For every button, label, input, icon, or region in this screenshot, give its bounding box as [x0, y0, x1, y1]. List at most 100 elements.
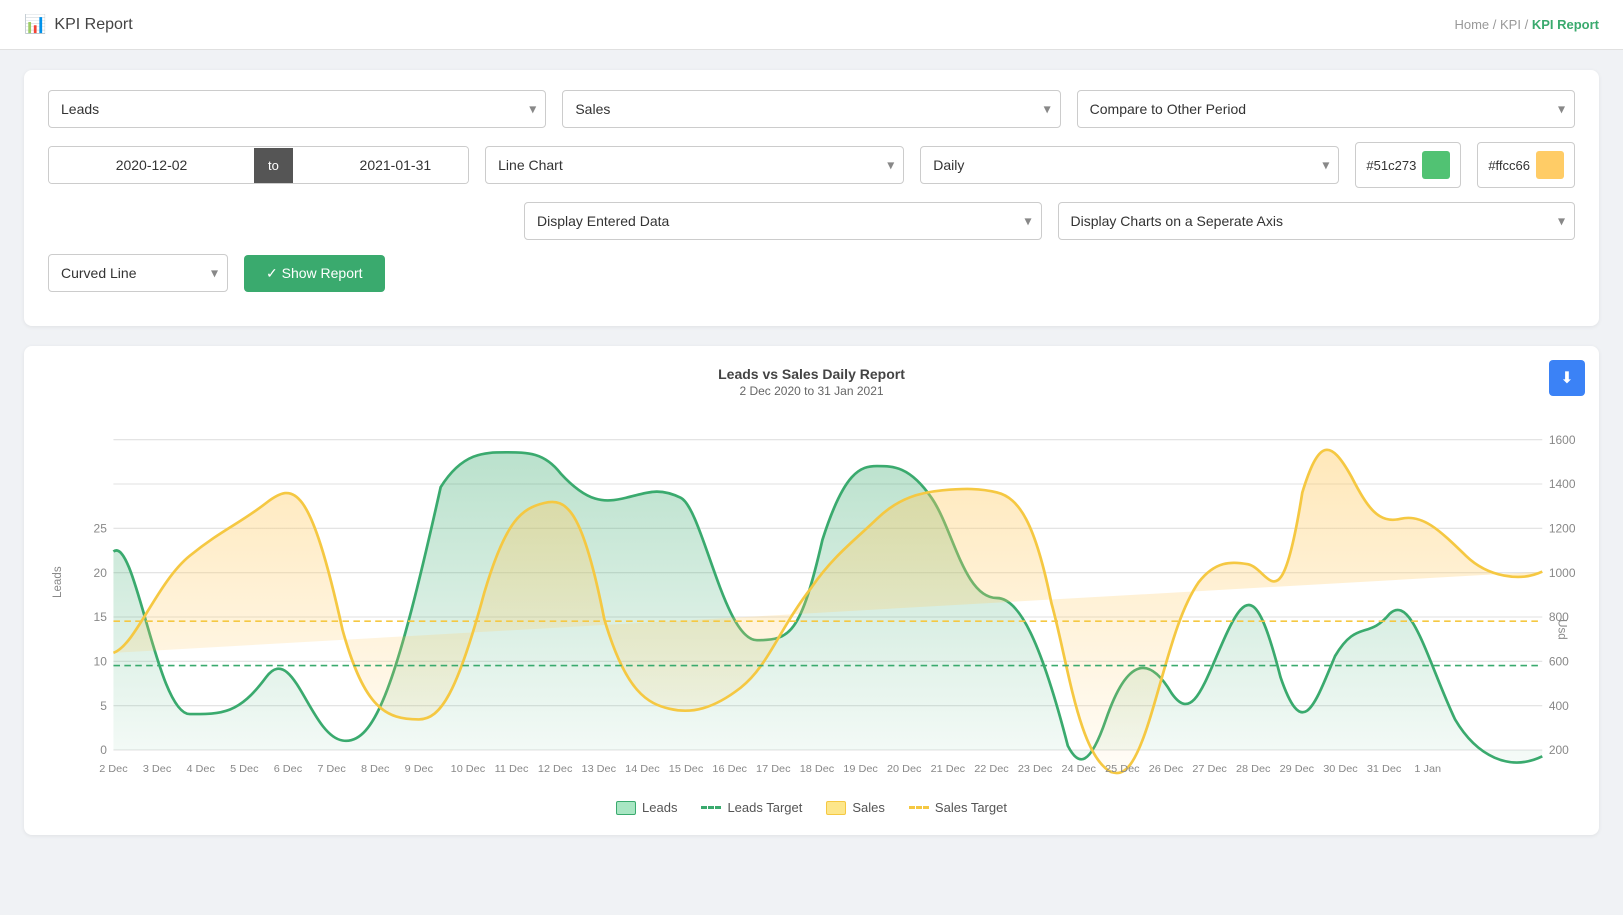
color1-wrap[interactable]: #51c273 [1355, 142, 1461, 188]
svg-text:13 Dec: 13 Dec [582, 763, 617, 775]
date-sep: to [254, 148, 293, 183]
breadcrumb-home[interactable]: Home [1454, 17, 1489, 32]
chart-type-wrap: Line Chart Bar Chart Area Chart [485, 146, 904, 184]
date-from-input[interactable] [49, 147, 254, 183]
svg-text:15: 15 [94, 610, 108, 624]
metric1-wrap: Leads Contacts Opportunities [48, 90, 546, 128]
svg-text:14 Dec: 14 Dec [625, 763, 660, 775]
chart-axis-wrap: Display Charts on a Seperate Axis Displa… [1058, 202, 1576, 240]
svg-text:31 Dec: 31 Dec [1367, 763, 1402, 775]
date-range: to [48, 146, 469, 184]
svg-text:29 Dec: 29 Dec [1280, 763, 1315, 775]
svg-text:5 Dec: 5 Dec [230, 763, 259, 775]
display-data-select[interactable]: Display Entered Data Display All Data [524, 202, 1042, 240]
color2-wrap[interactable]: #ffcc66 [1477, 142, 1575, 188]
compare-select[interactable]: Compare to Other Period None [1077, 90, 1575, 128]
breadcrumb: Home / KPI / KPI Report [1454, 17, 1599, 32]
chart-axis-select[interactable]: Display Charts on a Seperate Axis Displa… [1058, 202, 1576, 240]
color2-swatch [1536, 151, 1564, 179]
svg-text:3 Dec: 3 Dec [143, 763, 172, 775]
breadcrumb-kpi[interactable]: KPI [1500, 17, 1521, 32]
legend-leads-target-label: Leads Target [727, 800, 802, 815]
metric2-wrap: Sales Revenue Deals [562, 90, 1060, 128]
filter-row-4: Curved Line Straight Line ✓ Show Report [48, 254, 1575, 292]
legend-sales-target-swatch [909, 806, 929, 809]
svg-text:1200: 1200 [1549, 522, 1575, 536]
chart-legend: Leads Leads Target Sales Sales Target [48, 800, 1575, 815]
svg-text:27 Dec: 27 Dec [1192, 763, 1227, 775]
svg-text:26 Dec: 26 Dec [1149, 763, 1184, 775]
svg-text:1000: 1000 [1549, 566, 1575, 580]
filter-card: Leads Contacts Opportunities Sales Reven… [24, 70, 1599, 326]
svg-text:19 Dec: 19 Dec [843, 763, 878, 775]
svg-text:17 Dec: 17 Dec [756, 763, 791, 775]
svg-text:200: 200 [1549, 743, 1569, 757]
svg-text:16 Dec: 16 Dec [712, 763, 747, 775]
legend-sales-label: Sales [852, 800, 885, 815]
filter-row-2: to Line Chart Bar Chart Area Chart Daily… [48, 142, 1575, 188]
svg-text:20: 20 [94, 566, 108, 580]
color2-text: #ffcc66 [1488, 158, 1530, 173]
legend-sales: Sales [826, 800, 885, 815]
svg-text:10 Dec: 10 Dec [451, 763, 486, 775]
svg-text:25 Dec: 25 Dec [1105, 763, 1140, 775]
chart-card: ⬇ Leads vs Sales Daily Report 2 Dec 2020… [24, 346, 1599, 835]
svg-text:7 Dec: 7 Dec [317, 763, 346, 775]
svg-text:9 Dec: 9 Dec [405, 763, 434, 775]
chart-subtitle: 2 Dec 2020 to 31 Jan 2021 [48, 384, 1575, 398]
svg-text:600: 600 [1549, 655, 1569, 669]
svg-text:Leads: Leads [50, 566, 64, 598]
svg-text:28 Dec: 28 Dec [1236, 763, 1271, 775]
filter-row-3: Display Entered Data Display All Data Di… [48, 202, 1575, 240]
svg-text:2 Dec: 2 Dec [99, 763, 128, 775]
chart-title: Leads vs Sales Daily Report [48, 366, 1575, 382]
svg-text:4 Dec: 4 Dec [186, 763, 215, 775]
svg-text:400: 400 [1549, 699, 1569, 713]
svg-text:5: 5 [100, 699, 107, 713]
filter-row-1: Leads Contacts Opportunities Sales Reven… [48, 90, 1575, 128]
color1-swatch [1422, 151, 1450, 179]
line-style-wrap: Curved Line Straight Line [48, 254, 228, 292]
metric1-select[interactable]: Leads Contacts Opportunities [48, 90, 546, 128]
svg-text:Usd: Usd [1556, 619, 1570, 640]
legend-sales-target: Sales Target [909, 800, 1007, 815]
svg-text:18 Dec: 18 Dec [800, 763, 835, 775]
svg-text:1400: 1400 [1549, 477, 1575, 491]
svg-text:0: 0 [100, 743, 107, 757]
svg-text:6 Dec: 6 Dec [274, 763, 303, 775]
legend-sales-target-label: Sales Target [935, 800, 1007, 815]
svg-text:20 Dec: 20 Dec [887, 763, 922, 775]
svg-text:11 Dec: 11 Dec [495, 763, 529, 775]
svg-text:15 Dec: 15 Dec [669, 763, 704, 775]
chart-area: 0 5 10 15 20 25 Leads 200 400 600 800 10… [48, 408, 1575, 788]
svg-text:30 Dec: 30 Dec [1323, 763, 1358, 775]
app-title: 📊 KPI Report [24, 14, 133, 35]
display-data-wrap: Display Entered Data Display All Data [524, 202, 1042, 240]
svg-text:1600: 1600 [1549, 433, 1575, 447]
svg-text:23 Dec: 23 Dec [1018, 763, 1053, 775]
compare-wrap: Compare to Other Period None [1077, 90, 1575, 128]
date-to-input[interactable] [293, 147, 469, 183]
chart-svg: 0 5 10 15 20 25 Leads 200 400 600 800 10… [48, 408, 1575, 788]
download-button[interactable]: ⬇ [1549, 360, 1585, 396]
top-nav: 📊 KPI Report Home / KPI / KPI Report [0, 0, 1623, 50]
app-title-text: KPI Report [54, 16, 132, 34]
svg-text:1 Jan: 1 Jan [1414, 763, 1441, 775]
legend-leads-target: Leads Target [701, 800, 802, 815]
svg-text:21 Dec: 21 Dec [931, 763, 966, 775]
svg-text:24 Dec: 24 Dec [1061, 763, 1096, 775]
chart-type-select[interactable]: Line Chart Bar Chart Area Chart [485, 146, 904, 184]
legend-leads-target-swatch [701, 806, 721, 809]
line-style-select[interactable]: Curved Line Straight Line [48, 254, 228, 292]
show-report-button[interactable]: ✓ Show Report [244, 255, 385, 292]
svg-text:25: 25 [94, 522, 108, 536]
svg-text:8 Dec: 8 Dec [361, 763, 390, 775]
legend-sales-swatch [826, 801, 846, 815]
legend-leads-swatch [616, 801, 636, 815]
svg-text:12 Dec: 12 Dec [538, 763, 573, 775]
breadcrumb-current: KPI Report [1532, 17, 1599, 32]
kpi-icon: 📊 [24, 14, 46, 35]
svg-text:22 Dec: 22 Dec [974, 763, 1009, 775]
interval-select[interactable]: Daily Weekly Monthly [920, 146, 1339, 184]
metric2-select[interactable]: Sales Revenue Deals [562, 90, 1060, 128]
